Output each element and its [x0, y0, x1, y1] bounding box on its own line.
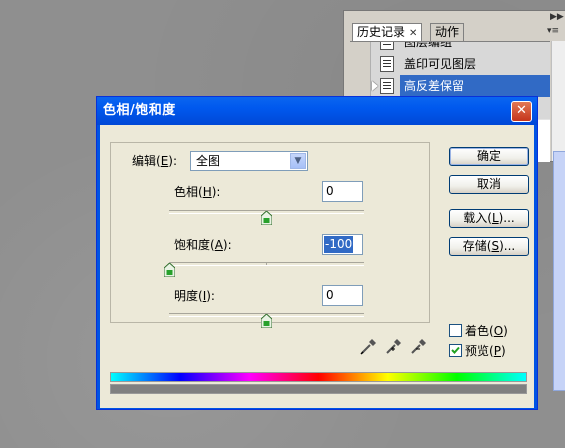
tab-actions[interactable]: 动作 [430, 23, 465, 41]
eyedropper-minus-icon[interactable] [410, 337, 428, 355]
edit-label: 编辑(E): [132, 154, 178, 168]
history-item[interactable]: 盖印可见图层 [350, 53, 550, 76]
slider-center-tick [266, 262, 267, 265]
edit-select-value: 全图 [196, 154, 221, 168]
preview-checkbox-box[interactable] [449, 344, 462, 357]
saturation-input[interactable]: -100 [322, 234, 363, 255]
hue-saturation-dialog: 色相/饱和度 ✕ 编辑(E): 全图 ▼ 色相(H): 0 饱和度(A): -1… [96, 96, 538, 410]
output-color-bar [110, 384, 527, 394]
history-item-label: 图层编组 [404, 41, 453, 49]
collapse-icon[interactable]: ▶▶ [550, 12, 564, 22]
dialog-title-bar[interactable]: 色相/饱和度 ✕ [97, 97, 537, 125]
dialog-client: 编辑(E): 全图 ▼ 色相(H): 0 饱和度(A): -100 明度(I): [100, 125, 534, 408]
saturation-slider[interactable] [169, 262, 364, 266]
panel-menu-icon[interactable]: ▾≡ [546, 25, 560, 37]
load-button[interactable]: 载入(L)... [449, 209, 529, 228]
history-source-checkbox[interactable] [350, 42, 371, 53]
panel-topbar: ▶▶ [344, 11, 565, 23]
history-source-checkbox[interactable] [350, 53, 371, 75]
input-color-bar [110, 372, 527, 382]
hue-label: 色相(H): [174, 185, 221, 199]
dialog-title: 色相/饱和度 [103, 103, 176, 118]
current-state-arrow-icon [372, 81, 378, 91]
history-state-icon [380, 56, 394, 72]
history-state-icon [380, 78, 394, 94]
tab-history[interactable]: 历史记录 ✕ [352, 23, 423, 42]
history-item-selected[interactable]: 高反差保留 [350, 75, 550, 98]
history-scrollbar[interactable] [551, 41, 565, 391]
checkmark-icon [451, 346, 460, 354]
history-state-icon [380, 42, 394, 50]
lightness-label: 明度(I): [174, 289, 215, 303]
tab-history-label: 历史记录 [357, 25, 406, 39]
adjust-group: 编辑(E): 全图 ▼ 色相(H): 0 饱和度(A): -100 明度(I): [110, 142, 430, 328]
close-button[interactable]: ✕ [511, 101, 532, 122]
lightness-slider-thumb[interactable] [261, 314, 272, 328]
preview-label: 预览(P) [465, 344, 506, 358]
tab-close-icon[interactable]: ✕ [409, 28, 417, 39]
colorize-checkbox-box[interactable] [449, 324, 462, 337]
eyedropper-icon[interactable] [360, 337, 378, 355]
edit-select[interactable]: 全图 ▼ [190, 151, 308, 171]
chevron-down-icon[interactable]: ▼ [290, 153, 306, 169]
ok-button[interactable]: 确定 [449, 147, 529, 166]
history-item-label: 高反差保留 [400, 75, 550, 97]
save-button[interactable]: 存储(S)... [449, 237, 529, 256]
tab-actions-label: 动作 [435, 25, 460, 39]
scrollbar-thumb[interactable] [553, 151, 565, 391]
saturation-slider-thumb[interactable] [163, 263, 175, 277]
hue-slider-thumb[interactable] [261, 211, 272, 225]
history-source-checkbox[interactable] [350, 75, 371, 97]
lightness-input[interactable]: 0 [322, 285, 363, 306]
eyedropper-plus-icon[interactable] [385, 337, 403, 355]
cancel-button[interactable]: 取消 [449, 175, 529, 194]
saturation-label: 饱和度(A): [174, 238, 232, 252]
hue-input[interactable]: 0 [322, 181, 363, 202]
history-item-label: 盖印可见图层 [404, 57, 477, 71]
panel-tabs: 历史记录 ✕ 动作 [350, 23, 565, 42]
colorize-label: 着色(O) [465, 324, 508, 338]
